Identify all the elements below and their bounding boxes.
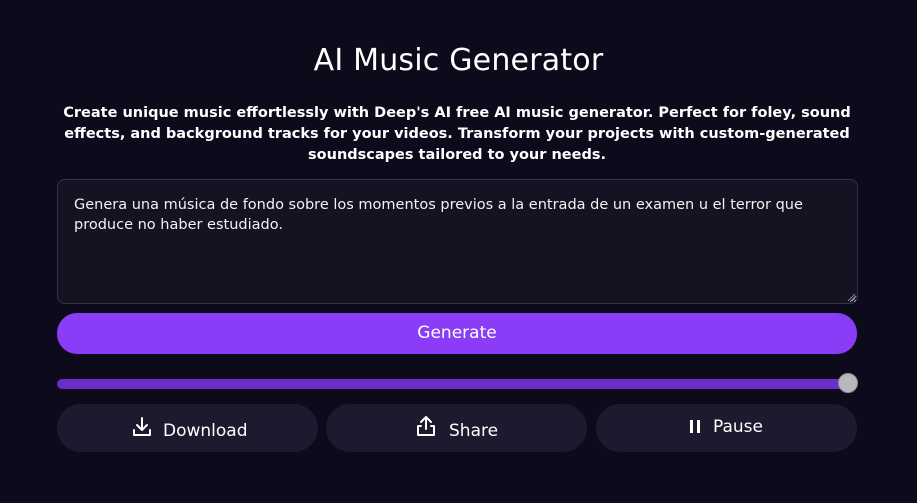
share-button[interactable]: Share xyxy=(326,404,587,452)
download-icon xyxy=(133,417,151,436)
resize-handle-icon[interactable] xyxy=(846,292,856,302)
generate-button[interactable]: Generate xyxy=(57,313,857,354)
download-label: Download xyxy=(163,421,248,441)
download-button[interactable]: Download xyxy=(57,404,318,452)
progress-slider-fill xyxy=(57,379,848,389)
pause-button[interactable]: Pause xyxy=(596,404,857,452)
pause-icon xyxy=(690,420,700,433)
progress-slider-track[interactable] xyxy=(57,379,848,389)
prompt-input[interactable]: Genera una música de fondo sobre los mom… xyxy=(57,179,858,304)
page-title: AI Music Generator xyxy=(313,43,604,78)
page-description: Create unique music effortlessly with De… xyxy=(63,105,851,163)
pause-label: Pause xyxy=(713,417,763,437)
share-icon xyxy=(417,416,435,436)
progress-slider-thumb[interactable] xyxy=(838,373,858,393)
share-label: Share xyxy=(449,421,499,441)
